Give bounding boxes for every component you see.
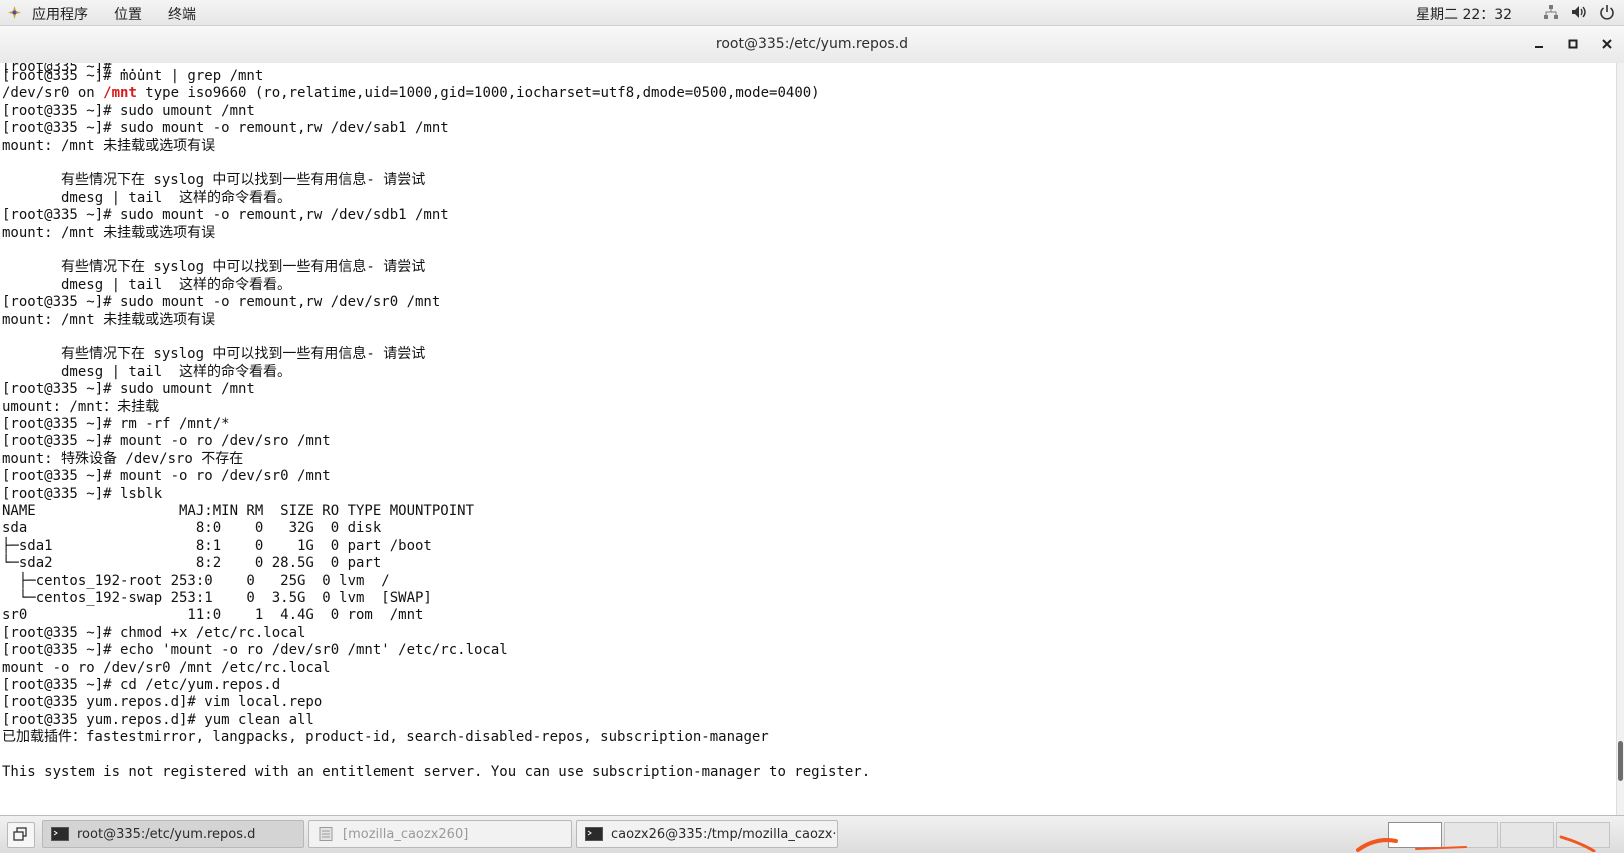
taskbar-item-label: [mozilla_caozx260] xyxy=(343,826,469,842)
power-icon[interactable] xyxy=(1598,3,1616,21)
terminal-line: [root@335 ~]# sudo mount -o remount,rw /… xyxy=(2,120,449,137)
terminal-text: /dev/sr0 on xyxy=(2,85,104,102)
terminal-line: [root@335 ~]# rm -rf /mnt/* xyxy=(2,416,230,432)
volume-icon[interactable] xyxy=(1570,3,1588,21)
taskbar-item-file-manager[interactable]: [mozilla_caozx260] xyxy=(308,820,572,848)
terminal-line: 已加载插件：fastestmirror, langpacks, product-… xyxy=(2,729,769,746)
maximize-button[interactable] xyxy=(1562,34,1584,56)
terminal-line: sda 8:0 0 32G 0 disk xyxy=(2,520,382,537)
terminal-line: └─centos_192-swap 253:1 0 3.5G 0 lvm [SW… xyxy=(2,590,432,606)
terminal-line: umount: /mnt：未挂载 xyxy=(2,398,160,415)
terminal-line: 有些情况下在 syslog 中可以找到一些有用信息- 请尝试 xyxy=(2,346,426,363)
taskbar-item-terminal-2[interactable]: caozx26@335:/tmp/mozilla_caozx··· xyxy=(576,820,838,848)
terminal-line: 有些情况下在 syslog 中可以找到一些有用信息- 请尝试 xyxy=(2,172,426,189)
terminal-line: [root@335 yum.repos.d]# yum clean all xyxy=(2,711,314,728)
terminal-menu[interactable]: 终端 xyxy=(168,4,196,24)
terminal-line: dmesg | tail 这样的命令看看。 xyxy=(2,363,292,380)
terminal-line: [root@335 ~]# mount -o ro /dev/sr0 /mnt xyxy=(2,468,331,485)
terminal-line: [root@335 ~]# sudo mount -o remount,rw /… xyxy=(2,207,449,224)
terminal-line: [root@335 ~]# sudo mount -o remount,rw /… xyxy=(2,294,441,311)
red-annotation-mark xyxy=(1356,835,1596,852)
terminal-line: [root@335 ~]# sudo umount /mnt xyxy=(2,381,255,398)
terminal-scrollbar[interactable] xyxy=(1616,63,1624,815)
clock[interactable]: 星期二 22：32 xyxy=(1416,4,1512,24)
apps-logo-icon xyxy=(8,6,21,19)
file-manager-icon xyxy=(319,827,333,841)
network-icon[interactable] xyxy=(1542,3,1560,21)
terminal-output[interactable]: [root@335 ~]# ... [root@335 ~]# mount | … xyxy=(0,63,1616,815)
terminal-line: ├─centos_192-root 253:0 0 25G 0 lvm / xyxy=(2,572,390,589)
taskbar-item-terminal-1[interactable]: root@335:/etc/yum.repos.d xyxy=(42,820,304,848)
terminal-line: dmesg | tail 这样的命令看看。 xyxy=(2,189,292,206)
terminal-line: mount: /mnt 未挂载或选项有误 xyxy=(2,311,216,328)
taskbar-item-label: caozx26@335:/tmp/mozilla_caozx··· xyxy=(611,826,838,842)
window-title: root@335:/etc/yum.repos.d xyxy=(715,36,909,52)
terminal-line: sr0 11:0 1 4.4G 0 rom /mnt xyxy=(2,607,424,624)
applications-menu[interactable]: 应用程序 xyxy=(32,4,88,24)
scrollbar-thumb[interactable] xyxy=(1618,741,1623,781)
terminal-line: mount: /mnt 未挂载或选项有误 xyxy=(2,224,216,241)
places-menu[interactable]: 位置 xyxy=(114,4,142,24)
close-button[interactable] xyxy=(1596,34,1618,56)
terminal-text: type iso9660 (ro,relatime,uid=1000,gid=1… xyxy=(136,85,820,102)
minimize-icon xyxy=(1535,46,1543,48)
terminal-line: /dev/sr0 on /mnt type iso9660 (ro,relati… xyxy=(2,84,820,102)
terminal-line: [root@335 yum.repos.d]# vim local.repo xyxy=(2,694,323,711)
terminal-line: mount: 特殊设备 /dev/sro 不存在 xyxy=(2,450,244,467)
terminal-line: [root@335 ~]# mount -o ro /dev/sro /mnt xyxy=(2,433,331,450)
window-titlebar[interactable]: root@335:/etc/yum.repos.d xyxy=(0,26,1624,64)
minimize-button[interactable] xyxy=(1528,34,1550,56)
terminal-icon xyxy=(585,827,603,841)
system-tray xyxy=(1542,3,1616,21)
terminal-line: [root@335 ~]# lsblk xyxy=(2,485,163,502)
terminal-line: [root@335 ~]# chmod +x /etc/rc.local xyxy=(2,624,306,641)
taskbar-item-label: root@335:/etc/yum.repos.d xyxy=(77,826,256,842)
terminal-line: This system is not registered with an en… xyxy=(2,764,871,780)
top-panel: 应用程序 位置 终端 星期二 22：32 xyxy=(0,0,1624,26)
terminal-line: [root@335 ~]# mount | grep /mnt xyxy=(2,68,264,84)
maximize-icon xyxy=(1568,39,1578,49)
terminal-line: [root@335 ~]# echo 'mount -o ro /dev/sr0… xyxy=(2,642,508,659)
show-desktop-icon xyxy=(13,827,27,841)
terminal-line: dmesg | tail 这样的命令看看。 xyxy=(2,276,292,293)
terminal-line: [root@335 ~]# cd /etc/yum.repos.d xyxy=(2,677,281,693)
terminal-line: NAME MAJ:MIN RM SIZE RO TYPE MOUNTPOINT xyxy=(2,503,475,519)
show-desktop-button[interactable] xyxy=(7,822,35,848)
terminal-icon xyxy=(51,827,69,841)
terminal-line: 有些情况下在 syslog 中可以找到一些有用信息- 请尝试 xyxy=(2,259,426,276)
terminal-line: mount: /mnt 未挂载或选项有误 xyxy=(2,137,216,154)
terminal-line: ├─sda1 8:1 0 1G 0 part /boot xyxy=(2,537,432,554)
close-icon xyxy=(1602,39,1612,49)
terminal-line: mount -o ro /dev/sr0 /mnt /etc/rc.local xyxy=(2,659,331,676)
terminal-line: └─sda2 8:2 0 28.5G 0 part xyxy=(2,555,382,572)
terminal-highlight: /mnt xyxy=(103,85,137,102)
terminal-line: [root@335 ~]# sudo umount /mnt xyxy=(2,102,255,119)
